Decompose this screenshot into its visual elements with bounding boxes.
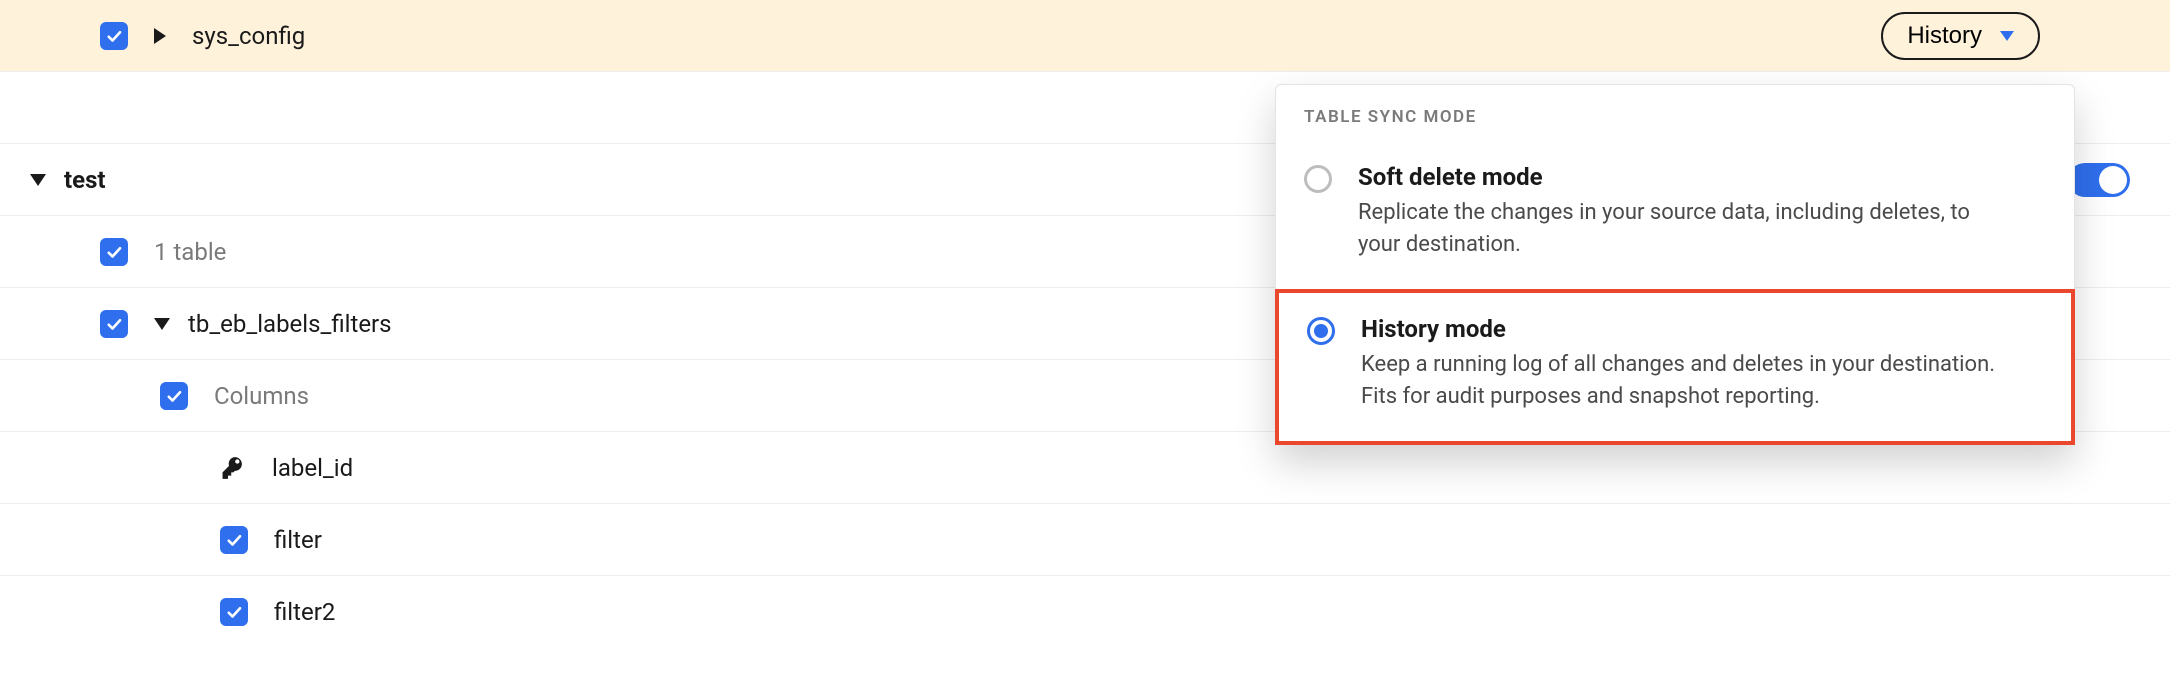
column-row-filter[interactable]: filter [0,504,2170,576]
checkbox[interactable] [100,238,128,266]
table-count-label: 1 table [154,238,226,266]
table-row-sys-config[interactable]: sys_config History [0,0,2170,72]
column-name: filter [274,526,322,554]
column-name: filter2 [274,598,335,626]
option-soft-delete[interactable]: Soft delete mode Replicate the changes i… [1276,141,2074,289]
chevron-down-icon [2000,31,2014,41]
expand-icon[interactable] [154,28,166,44]
columns-label: Columns [214,382,309,410]
column-row-filter2[interactable]: filter2 [0,576,2170,648]
sync-mode-dropdown[interactable]: History [1881,12,2040,60]
key-icon [220,455,246,481]
checkbox[interactable] [100,310,128,338]
schema-name: test [64,166,106,194]
collapse-icon[interactable] [154,318,170,330]
radio-unselected[interactable] [1304,165,1332,193]
popover-header: TABLE SYNC MODE [1276,85,2074,141]
sync-mode-label: History [1907,22,1982,50]
radio-selected[interactable] [1307,317,1335,345]
option-title: Soft delete mode [1358,163,1998,191]
checkbox[interactable] [100,22,128,50]
collapse-icon[interactable] [30,174,46,186]
option-history-mode[interactable]: History mode Keep a running log of all c… [1275,289,2075,445]
checkbox[interactable] [160,382,188,410]
schema-toggle[interactable] [2068,163,2130,197]
option-desc: Replicate the changes in your source dat… [1358,197,1998,261]
checkbox[interactable] [220,598,248,626]
table-name: tb_eb_labels_filters [188,310,392,338]
option-desc: Keep a running log of all changes and de… [1361,349,2001,413]
column-name: label_id [272,454,353,482]
checkbox[interactable] [220,526,248,554]
sync-mode-popover: TABLE SYNC MODE Soft delete mode Replica… [1275,84,2075,445]
table-name: sys_config [192,22,305,50]
option-title: History mode [1361,315,2001,343]
